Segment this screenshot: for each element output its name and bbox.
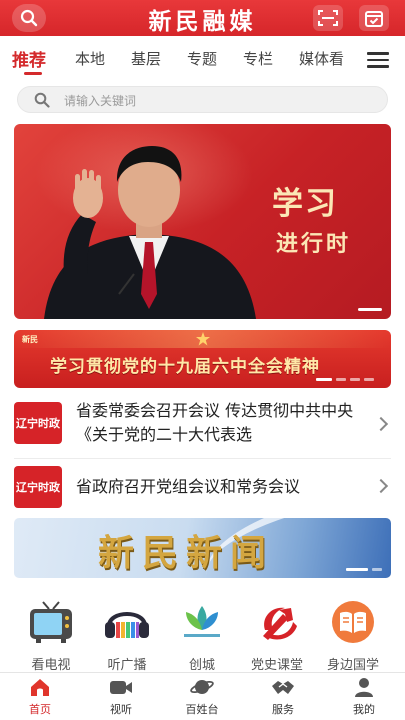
service-label: 听广播 bbox=[107, 658, 147, 673]
handshake-icon bbox=[271, 677, 295, 697]
news-item[interactable]: 辽宁时政 省政府召开党组会议和常务会议 bbox=[14, 464, 391, 510]
category-tabs: 推荐 本地 基层 专题 专栏 媒体看 bbox=[0, 42, 405, 78]
nav-audiovisual[interactable]: 视听 bbox=[91, 677, 151, 717]
search-input[interactable]: 请输入关键词 bbox=[17, 86, 388, 113]
search-icon bbox=[20, 9, 38, 27]
party-emblem-icon bbox=[253, 600, 301, 644]
tab-local[interactable]: 本地 bbox=[75, 48, 105, 69]
chevron-right-icon bbox=[373, 416, 389, 432]
xinmin-news-title: 新民新闻 bbox=[98, 532, 275, 574]
badge-label: 辽宁时政 bbox=[16, 417, 60, 430]
checkin-button[interactable] bbox=[359, 5, 389, 31]
hero-carousel[interactable]: 学习 进行时 bbox=[14, 124, 391, 319]
menu-icon-bar bbox=[367, 52, 389, 55]
xinmin-news-banner[interactable]: 新民新闻 bbox=[14, 518, 391, 578]
carousel-indicator bbox=[358, 308, 382, 311]
carousel-dot bbox=[350, 378, 360, 381]
news-item[interactable]: 辽宁时政 省委常委会召开会议 传达贯彻中共中央《关于党的二十大代表选 bbox=[14, 398, 391, 456]
service-label: 身边国学 bbox=[326, 658, 379, 673]
carousel-dot bbox=[336, 378, 346, 381]
service-chinese-classics[interactable]: 身边国学 bbox=[317, 600, 389, 673]
tab-columns[interactable]: 专栏 bbox=[243, 48, 273, 69]
carousel-dot bbox=[372, 568, 382, 571]
app-brand-title: 新民融媒 bbox=[148, 8, 257, 35]
menu-icon-bar bbox=[367, 65, 389, 68]
hero-title-line2: 进行时 bbox=[276, 231, 352, 257]
tv-icon bbox=[27, 600, 75, 644]
scan-button[interactable] bbox=[313, 5, 343, 31]
carousel-dot bbox=[364, 378, 374, 381]
nav-profile[interactable]: 我的 bbox=[334, 677, 394, 717]
category-badge: 辽宁时政 bbox=[14, 466, 62, 508]
study-banner[interactable]: 新民 学习贯彻党的十九届六中全会精神 bbox=[14, 330, 391, 388]
hero-portrait-image bbox=[44, 146, 256, 319]
service-party-history[interactable]: 党史课堂 bbox=[241, 600, 313, 673]
nav-label: 视听 bbox=[110, 703, 132, 716]
search-placeholder: 请输入关键词 bbox=[64, 94, 137, 108]
bottom-navigation: 首页 视听 百姓台 服务 我的 bbox=[0, 672, 405, 720]
badge-label: 辽宁时政 bbox=[16, 481, 60, 494]
search-button[interactable] bbox=[12, 4, 46, 32]
divider bbox=[14, 458, 391, 459]
service-label: 创城 bbox=[188, 658, 215, 673]
scan-icon bbox=[318, 10, 338, 26]
service-watch-tv[interactable]: 看电视 bbox=[15, 600, 87, 673]
nav-label: 百姓台 bbox=[185, 703, 219, 716]
planet-icon bbox=[190, 677, 214, 697]
book-icon bbox=[329, 600, 377, 644]
home-icon bbox=[28, 677, 52, 697]
news-title: 省委常委会召开会议 传达贯彻中共中央《关于党的二十大代表选 bbox=[76, 401, 354, 444]
service-listen-radio[interactable]: 听广播 bbox=[91, 600, 163, 673]
nav-home[interactable]: 首页 bbox=[10, 677, 70, 717]
menu-icon[interactable] bbox=[367, 52, 389, 68]
star-icon bbox=[196, 332, 210, 346]
nav-public-channel[interactable]: 百姓台 bbox=[172, 677, 232, 717]
nav-services[interactable]: 服务 bbox=[253, 677, 313, 717]
user-icon bbox=[352, 677, 376, 697]
service-civilized-city[interactable]: 创城 bbox=[166, 600, 238, 673]
service-label: 看电视 bbox=[31, 658, 71, 673]
carousel-indicator bbox=[316, 378, 374, 381]
chevron-right-icon bbox=[373, 478, 389, 494]
calendar-check-icon bbox=[365, 11, 383, 27]
search-icon bbox=[34, 92, 50, 108]
active-tab-indicator bbox=[24, 72, 42, 75]
video-icon bbox=[109, 677, 133, 697]
menu-icon-bar bbox=[367, 58, 389, 61]
banner-headline: 学习贯彻党的十九届六中全会精神 bbox=[50, 357, 320, 377]
news-title: 省政府召开党组会议和常务会议 bbox=[76, 477, 301, 496]
radio-icon bbox=[103, 600, 151, 644]
category-badge: 辽宁时政 bbox=[14, 402, 62, 444]
nav-label: 我的 bbox=[353, 703, 375, 716]
tab-media-view[interactable]: 媒体看 bbox=[299, 48, 344, 69]
service-label: 党史课堂 bbox=[250, 658, 303, 673]
tab-recommend[interactable]: 推荐 bbox=[12, 46, 46, 71]
app-header: 新民融媒 bbox=[0, 0, 405, 36]
carousel-dot bbox=[346, 568, 368, 571]
carousel-dot bbox=[316, 378, 332, 381]
nav-label: 服务 bbox=[272, 703, 294, 716]
tab-grassroots[interactable]: 基层 bbox=[131, 48, 161, 69]
banner-logo: 新民 bbox=[22, 335, 38, 344]
hero-title-line1: 学习 bbox=[272, 186, 338, 222]
tab-topics[interactable]: 专题 bbox=[187, 48, 217, 69]
lotus-logo-icon bbox=[178, 600, 226, 644]
nav-label: 首页 bbox=[29, 703, 51, 716]
